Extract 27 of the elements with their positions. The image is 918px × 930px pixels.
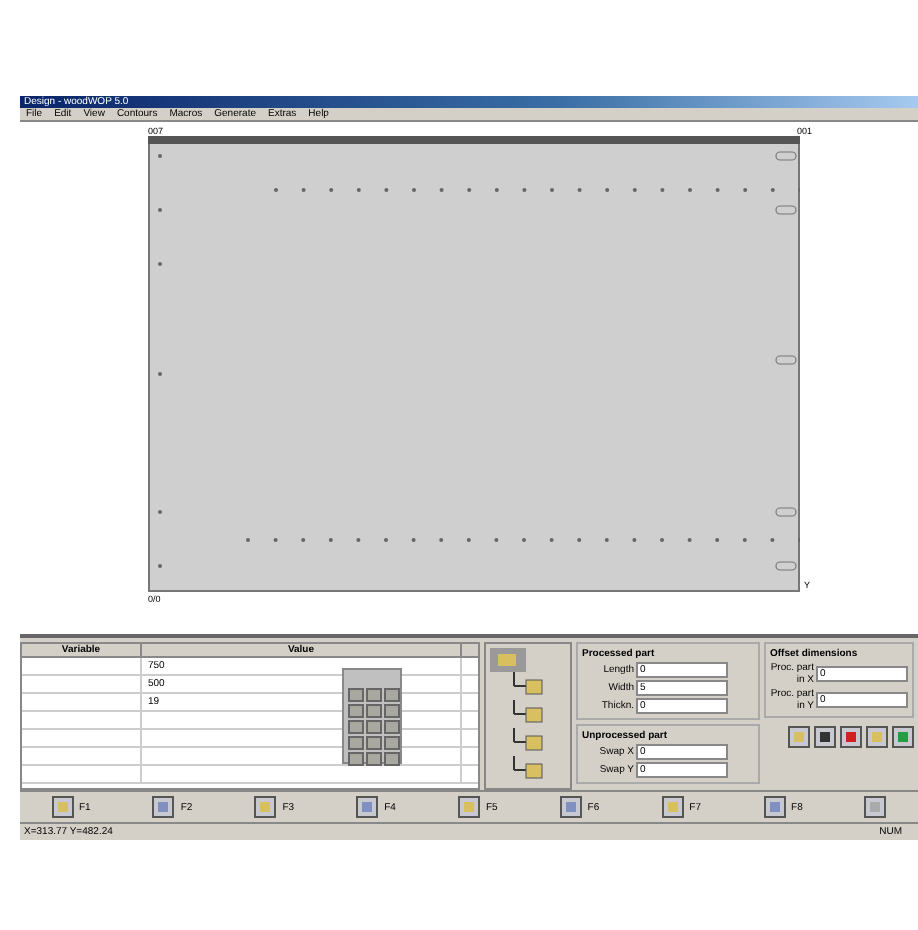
tool-icon: [559, 796, 582, 818]
palette-key[interactable]: [348, 736, 364, 750]
palette-key[interactable]: [384, 704, 400, 718]
palette-key[interactable]: [348, 688, 364, 702]
palette-key[interactable]: [366, 704, 382, 718]
tool-icon: [152, 796, 175, 818]
tool-icon: [814, 726, 836, 748]
tool-icon: [763, 796, 786, 818]
palette-key[interactable]: [348, 704, 364, 718]
palette-key[interactable]: [366, 720, 382, 734]
palette-key[interactable]: [384, 688, 400, 702]
palette-key[interactable]: [348, 752, 364, 766]
palette-key[interactable]: [348, 720, 364, 734]
palette-key[interactable]: [384, 752, 400, 766]
palette-key[interactable]: [384, 720, 400, 734]
tool-icon: [457, 796, 480, 818]
tool-icon: [864, 796, 887, 818]
palette-key[interactable]: [366, 736, 382, 750]
tool-icon: [661, 796, 684, 818]
tool-icon: [51, 796, 73, 818]
palette-key[interactable]: [366, 752, 382, 766]
tool-icon: [356, 796, 379, 818]
tool-icon: [254, 796, 277, 818]
palette-key[interactable]: [366, 688, 382, 702]
tool-icon: [866, 726, 888, 748]
tool-icon: [788, 726, 810, 748]
palette-key[interactable]: [384, 736, 400, 750]
